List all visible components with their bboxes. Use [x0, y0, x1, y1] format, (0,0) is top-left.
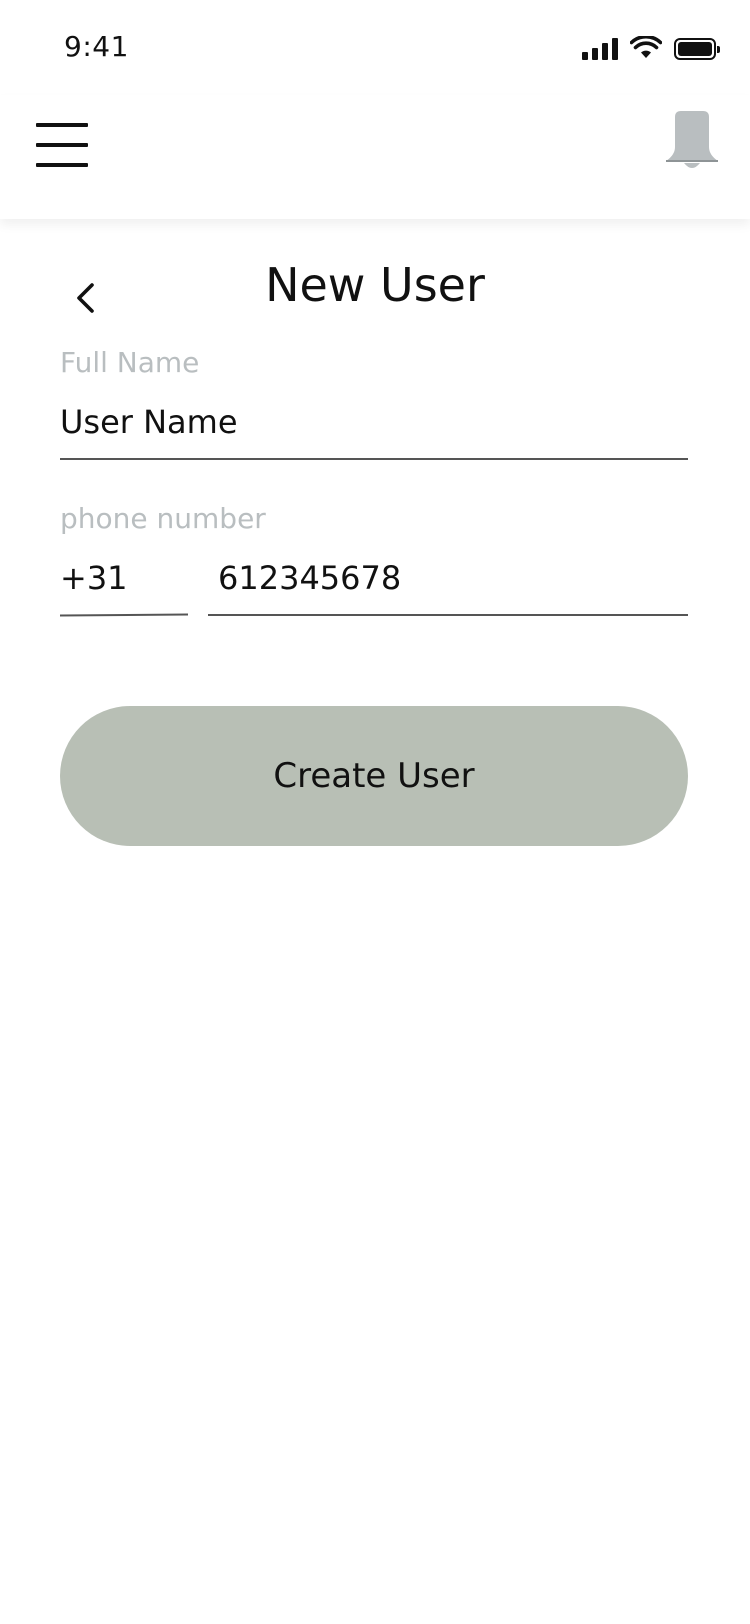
- phone-number-underline: [208, 614, 688, 616]
- wifi-icon: [630, 36, 662, 58]
- battery-icon: [674, 38, 720, 60]
- page-title: New User: [265, 258, 485, 312]
- create-user-button[interactable]: Create User: [60, 706, 688, 846]
- full-name-input[interactable]: [60, 400, 688, 444]
- app-header: [0, 95, 750, 219]
- hamburger-menu-icon[interactable]: [36, 123, 88, 167]
- country-code-underline: [59, 613, 189, 617]
- status-time: 9:41: [64, 30, 129, 63]
- country-code-input[interactable]: [60, 556, 186, 600]
- full-name-underline: [60, 458, 688, 460]
- phone-number-label: phone number: [60, 502, 266, 535]
- phone-number-input[interactable]: [218, 556, 688, 600]
- full-name-label: Full Name: [60, 346, 200, 379]
- bell-icon[interactable]: [664, 109, 720, 171]
- status-icons: [582, 32, 720, 60]
- signal-icon: [582, 36, 618, 60]
- status-bar: 9:41: [0, 0, 750, 95]
